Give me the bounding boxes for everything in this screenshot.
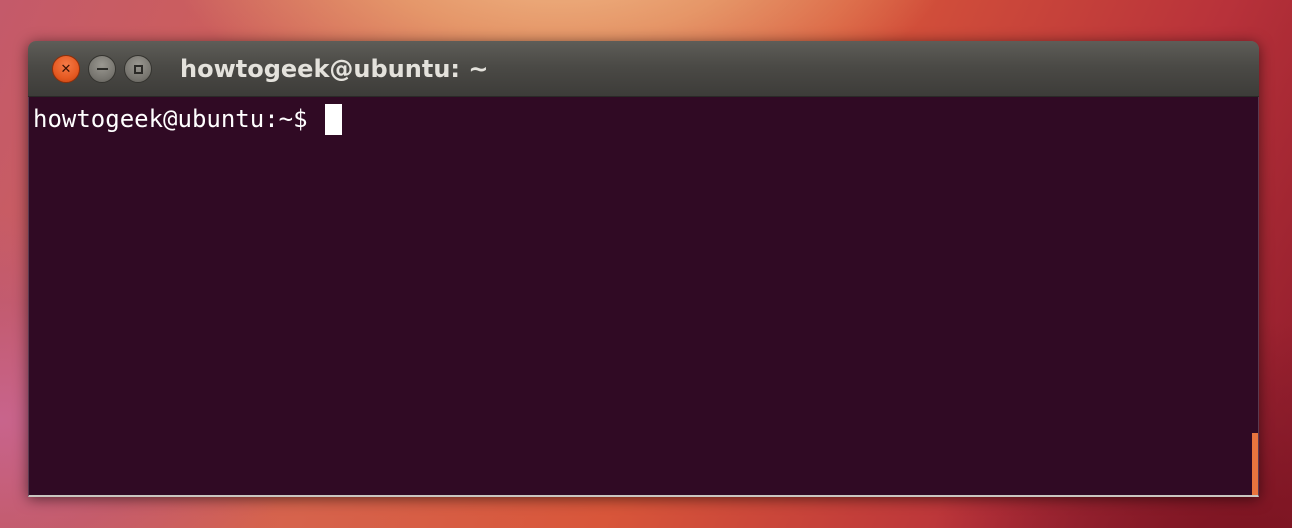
prompt-line: howtogeek@ubuntu:~$ [33, 103, 342, 135]
minimize-icon [96, 68, 108, 70]
scrollbar-thumb[interactable] [1252, 433, 1258, 495]
maximize-button[interactable] [124, 55, 152, 83]
shell-prompt: howtogeek@ubuntu:~$ [33, 105, 308, 133]
minimize-button[interactable] [88, 55, 116, 83]
close-icon: ✕ [60, 61, 72, 77]
terminal-area[interactable]: howtogeek@ubuntu:~$ [28, 97, 1259, 497]
text-cursor [324, 103, 342, 135]
window-titlebar[interactable]: ✕ howtogeek@ubuntu: ~ [28, 41, 1259, 97]
maximize-icon [133, 64, 143, 74]
terminal-window: ✕ howtogeek@ubuntu: ~ howtogeek@ubuntu:~… [28, 41, 1259, 497]
window-title: howtogeek@ubuntu: ~ [180, 55, 489, 83]
scrollbar[interactable] [1250, 97, 1258, 495]
close-button[interactable]: ✕ [52, 55, 80, 83]
